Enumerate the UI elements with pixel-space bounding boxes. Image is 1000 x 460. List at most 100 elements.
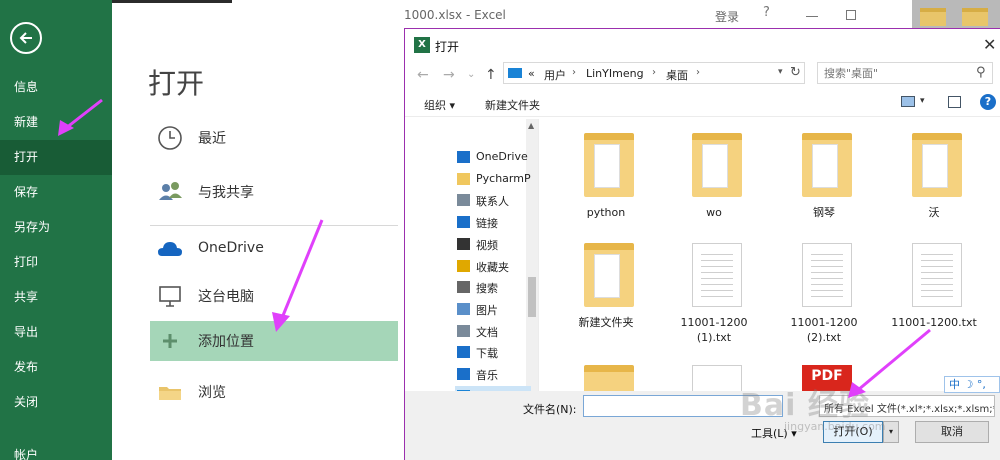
watermark: Bai 经验 (740, 388, 870, 423)
nav-item-label: 联系人 (476, 195, 509, 209)
nav-item[interactable]: 视频 (455, 234, 531, 255)
place-label: 这台电脑 (198, 289, 254, 305)
breadcrumb-separator: › (652, 67, 656, 78)
nav-item[interactable]: 图片 (455, 299, 531, 320)
document-icon (457, 324, 470, 337)
folder-icon (159, 387, 181, 400)
minimize-button[interactable] (806, 16, 818, 17)
sidebar-item-export[interactable]: 导出 (0, 315, 112, 350)
folder-icon[interactable] (584, 365, 634, 391)
file-list: python wo 钢琴 沃新建文件夹 11001-1200 (1).txt 11001-… (540, 119, 1000, 391)
cancel-button[interactable]: 取消 (915, 421, 989, 443)
backstage-sidebar: 信息 新建 打开 保存 另存为 打印 共享 导出 发布 关闭 帐户 (0, 0, 112, 460)
chevron-down-icon[interactable]: ⌄ (467, 69, 475, 80)
search-icon[interactable]: ⚲ (976, 65, 986, 80)
help-button[interactable]: ? (763, 5, 770, 20)
nav-item[interactable]: 收藏夹 (455, 256, 531, 277)
place-add-location[interactable]: 添加位置 (150, 321, 398, 361)
folder-item[interactable]: python (558, 119, 654, 229)
sidebar-item-info[interactable]: 信息 (0, 70, 112, 105)
file-name: python (586, 206, 626, 219)
refresh-icon[interactable]: ↻ (790, 65, 801, 80)
text-file-icon (692, 243, 742, 307)
computer-icon (159, 286, 181, 307)
scroll-up-arrow-icon[interactable]: ▲ (528, 121, 534, 130)
excel-icon: X (414, 37, 430, 53)
back-button[interactable] (10, 22, 42, 54)
place-label: 添加位置 (198, 334, 254, 350)
nav-item-label: 文档 (476, 325, 498, 339)
up-arrow-icon[interactable]: ↑ (485, 67, 497, 83)
folder-item[interactable]: 沃 (886, 119, 982, 229)
nav-item-label: 视频 (476, 238, 498, 252)
breadcrumb-user[interactable]: LinYImeng (586, 67, 644, 80)
sidebar-item-share[interactable]: 共享 (0, 280, 112, 315)
help-icon[interactable]: ? (980, 94, 996, 110)
place-label: OneDrive (198, 240, 264, 256)
file-item[interactable]: 11001-1200 (2).txt (776, 229, 872, 344)
sidebar-item-save-as[interactable]: 另存为 (0, 210, 112, 245)
nav-item[interactable]: 文档 (455, 321, 531, 342)
dialog-close-button[interactable]: ✕ (983, 35, 996, 54)
nav-item[interactable]: PycharmP (455, 169, 531, 190)
search-box[interactable]: ⚲ (817, 62, 993, 84)
nav-item[interactable]: 链接 (455, 212, 531, 233)
login-link[interactable]: 登录 (715, 8, 739, 25)
folder-icon (962, 8, 988, 26)
back-arrow-icon[interactable]: ← (417, 67, 429, 83)
sidebar-item-save[interactable]: 保存 (0, 175, 112, 210)
sidebar-item-close[interactable]: 关闭 (0, 385, 112, 420)
chevron-down-icon[interactable]: ▾ (920, 96, 925, 106)
nav-item[interactable]: 音乐 (455, 364, 531, 385)
link-icon (457, 216, 470, 229)
folder-item[interactable]: wo (666, 119, 762, 229)
sidebar-item-publish[interactable]: 发布 (0, 350, 112, 385)
address-bar[interactable]: « 用户 › LinYImeng › 桌面 › ▾ ↻ (503, 62, 805, 84)
breadcrumb-users[interactable]: 用户 (544, 67, 566, 83)
nav-item[interactable]: OneDrive (455, 147, 531, 168)
nav-item[interactable]: 搜索 (455, 277, 531, 298)
place-browse[interactable]: 浏览 (150, 372, 398, 412)
view-options-icon[interactable] (901, 96, 915, 107)
search-input[interactable] (824, 66, 964, 81)
cloud-icon (457, 151, 470, 163)
file-item[interactable]: 11001-1200.txt (886, 229, 982, 339)
folder-icon (692, 133, 742, 197)
nav-item[interactable]: 联系人 (455, 190, 531, 211)
breadcrumb-separator: › (572, 67, 576, 78)
place-label: 与我共享 (198, 185, 254, 201)
preview-pane-icon[interactable] (948, 96, 961, 108)
sidebar-item-account[interactable]: 帐户 (0, 438, 112, 460)
window-top-strip (112, 0, 232, 3)
place-shared-with-me[interactable]: 与我共享 (150, 172, 398, 212)
file-name: 新建文件夹 (578, 316, 634, 329)
folder-icon (920, 8, 946, 26)
sidebar-item-print[interactable]: 打印 (0, 245, 112, 280)
file-name: 11001-1200 (1).txt (680, 316, 748, 344)
video-icon (457, 237, 470, 250)
folder-item[interactable]: 钢琴 (776, 119, 872, 229)
place-onedrive[interactable]: OneDrive (150, 230, 398, 270)
sidebar-item-open[interactable]: 打开 (0, 140, 112, 175)
window-title: 1000.xlsx - Excel (404, 8, 506, 22)
breadcrumb-overflow[interactable]: « (528, 67, 535, 80)
nav-item[interactable]: 下载 (455, 342, 531, 363)
nav-item-label: 搜索 (476, 282, 498, 296)
maximize-button[interactable] (846, 10, 856, 20)
breadcrumb-desktop[interactable]: 桌面 (666, 67, 688, 83)
navigation-pane: ▲OneDrivePycharmP联系人链接视频收藏夹搜索图片文档下载音乐桌面 (405, 119, 539, 407)
new-folder-button[interactable]: 新建文件夹 (485, 97, 540, 113)
place-recent[interactable]: 最近 (150, 118, 398, 158)
nav-item-label: PycharmP (476, 171, 531, 185)
folder-item[interactable]: 新建文件夹 (558, 229, 654, 339)
ime-toolbar[interactable]: 中 ☽ °, (944, 376, 1000, 393)
text-file-icon[interactable] (692, 365, 742, 391)
file-item[interactable]: 11001-1200 (1).txt (666, 229, 762, 344)
place-this-pc[interactable]: 这台电脑 (150, 276, 398, 316)
forward-arrow-icon[interactable]: → (443, 67, 455, 83)
sidebar-item-new[interactable]: 新建 (0, 105, 112, 140)
open-file-dialog: X 打开 ✕ ← → ⌄ ↑ « 用户 › LinYImeng › 桌面 › ▾… (404, 28, 1000, 460)
clock-icon (158, 126, 182, 150)
chevron-down-icon[interactable]: ▾ (778, 67, 783, 77)
organize-button[interactable]: 组织 ▾ (424, 97, 455, 113)
